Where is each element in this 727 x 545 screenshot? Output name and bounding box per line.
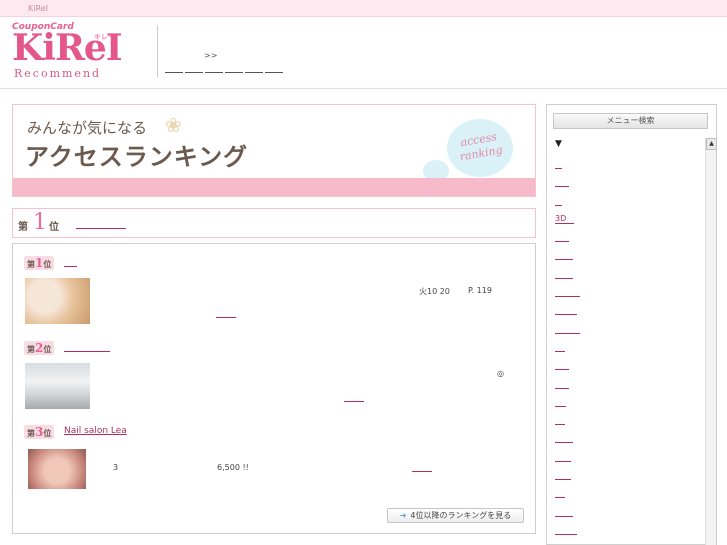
more-ranking-label: 4位以降のランキングを見る xyxy=(410,511,512,520)
site-label: KiReI xyxy=(28,4,48,13)
sidebar-link[interactable] xyxy=(555,233,569,243)
banner-band xyxy=(13,178,535,196)
sidebar-link[interactable] xyxy=(555,434,573,444)
rank-suffix: 位 xyxy=(49,222,59,233)
sidebar-link[interactable]: 3D xyxy=(555,214,574,224)
sidebar-link[interactable] xyxy=(555,178,569,188)
sidebar-link[interactable] xyxy=(555,270,573,279)
banner-title: アクセスランキング xyxy=(25,143,249,171)
more-ranking-button[interactable]: ➔ 4位以降のランキングを見る xyxy=(387,508,524,523)
detail-link[interactable] xyxy=(344,392,364,402)
sidebar-link[interactable] xyxy=(555,343,565,352)
sidebar-link[interactable] xyxy=(555,416,565,426)
list-item: 第1位 火10 20 P. 119 xyxy=(24,256,524,328)
sidebar: メニュー検索 ▼ 3D ▲ xyxy=(546,104,717,545)
sidebar-link[interactable] xyxy=(555,471,571,481)
list-item: 第3位 Nail salon Lea 3 6,500 !! xyxy=(24,425,524,497)
rank-badge: 第3位 xyxy=(24,425,55,439)
breadcrumb-separator: >> xyxy=(204,51,218,60)
menu-search-button[interactable]: メニュー検索 xyxy=(553,113,708,129)
salon-name-link[interactable]: Nail salon Lea xyxy=(64,426,127,436)
header-rule xyxy=(0,88,727,89)
scroll-up-icon[interactable]: ▲ xyxy=(706,138,717,150)
sidebar-link[interactable] xyxy=(555,325,580,334)
first-place-link[interactable] xyxy=(76,218,126,229)
sidebar-link[interactable] xyxy=(555,160,562,169)
sidebar-link[interactable] xyxy=(555,453,571,462)
ranking-banner: みんなが気になる ❀ アクセスランキング access ranking xyxy=(12,104,536,197)
sidebar-link[interactable] xyxy=(555,508,573,517)
detail-link[interactable] xyxy=(412,462,432,472)
breadcrumb xyxy=(165,64,283,73)
rank-badge: 第1位 xyxy=(24,256,55,270)
list-item: 第2位 ◎ xyxy=(24,341,524,413)
sidebar-scrollbar[interactable]: ▲ xyxy=(705,138,717,545)
sidebar-link[interactable] xyxy=(555,361,569,371)
first-place-header: 第 1 位 xyxy=(12,208,536,238)
sidebar-link[interactable] xyxy=(555,306,577,316)
page-ref-text: P. 119 xyxy=(468,286,492,295)
salon-photo[interactable] xyxy=(25,363,90,409)
rank-prefix: 第 xyxy=(18,222,28,233)
rank-badge: 第2位 xyxy=(24,341,55,355)
banner-subtitle: みんなが気になる xyxy=(27,119,148,137)
salon-name-link[interactable] xyxy=(64,257,77,267)
breadcrumb-link[interactable] xyxy=(185,64,203,73)
salon-photo[interactable] xyxy=(25,278,90,324)
breadcrumb-link[interactable] xyxy=(165,64,183,73)
sidebar-link[interactable] xyxy=(555,251,573,261)
header-divider xyxy=(157,25,158,77)
ranking-list: 第1位 火10 20 P. 119 第2位 ◎ 第3位 Nail salon L… xyxy=(12,243,536,534)
rank-number: 1 xyxy=(33,210,47,235)
cloud-badge: access ranking xyxy=(447,119,513,177)
arrow-right-icon: ➔ xyxy=(399,511,407,520)
detail-link[interactable] xyxy=(216,308,236,318)
logo-recommend: Recommend xyxy=(14,67,102,80)
site-logo[interactable]: CouponCard KiReI キレイ Recommend xyxy=(12,22,123,82)
breadcrumb-link[interactable] xyxy=(205,64,223,73)
sidebar-link[interactable] xyxy=(555,489,565,499)
breadcrumb-link[interactable] xyxy=(225,64,243,73)
top-bar: KiReI xyxy=(0,0,727,17)
price-text: 6,500 !! xyxy=(217,463,249,472)
flower-icon: ❀ xyxy=(165,113,182,137)
salon-photo[interactable] xyxy=(28,449,86,489)
main-content: みんなが気になる ❀ アクセスランキング access ranking 第 1 … xyxy=(12,104,536,534)
sidebar-link[interactable] xyxy=(555,398,566,407)
mark-text: ◎ xyxy=(497,369,504,378)
breadcrumb-link[interactable] xyxy=(245,64,263,73)
hours-text: 火10 20 xyxy=(419,287,450,296)
sidebar-link[interactable] xyxy=(555,526,577,535)
count-text: 3 xyxy=(113,463,119,472)
dropdown-toggle-icon[interactable]: ▼ xyxy=(555,139,562,149)
sidebar-link[interactable] xyxy=(555,197,562,206)
sidebar-link[interactable] xyxy=(555,380,569,389)
salon-name-link[interactable] xyxy=(64,342,110,352)
sidebar-link[interactable] xyxy=(555,288,580,298)
logo-kana: キレイ xyxy=(94,33,115,41)
breadcrumb-link[interactable] xyxy=(265,64,283,73)
